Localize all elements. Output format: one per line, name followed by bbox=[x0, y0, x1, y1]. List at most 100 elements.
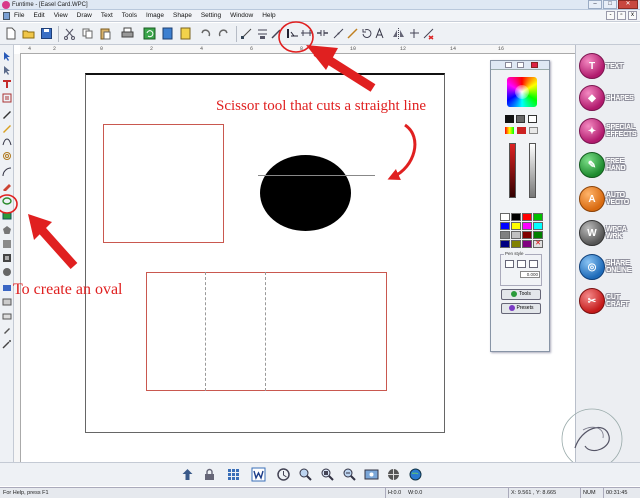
swatch[interactable] bbox=[500, 222, 510, 230]
saturation-slider[interactable] bbox=[529, 143, 536, 198]
maximize-button[interactable]: □ bbox=[603, 0, 617, 9]
sidebar-item-cut-craft[interactable]: ✂ CUT CRAFT bbox=[579, 285, 639, 317]
scissor-line-tool-icon[interactable] bbox=[286, 27, 299, 40]
open-folder-icon[interactable] bbox=[22, 27, 35, 40]
swatch[interactable] bbox=[533, 222, 543, 230]
text-tool-icon[interactable] bbox=[2, 79, 12, 89]
swatch[interactable] bbox=[533, 213, 543, 221]
shadow-tool-icon[interactable] bbox=[2, 267, 12, 277]
text-frame-icon[interactable] bbox=[2, 93, 12, 103]
swatch[interactable] bbox=[511, 222, 521, 230]
library-icon[interactable] bbox=[161, 27, 174, 40]
menu-help[interactable]: Help bbox=[262, 12, 275, 19]
menu-shape[interactable]: Shape bbox=[173, 12, 192, 19]
arc-tool-icon[interactable] bbox=[2, 167, 12, 177]
swatch[interactable] bbox=[522, 222, 532, 230]
mirror-icon[interactable] bbox=[392, 27, 405, 40]
rotate-icon[interactable] bbox=[360, 27, 373, 40]
break-apart-icon[interactable] bbox=[316, 27, 329, 40]
undo-icon[interactable] bbox=[199, 27, 212, 40]
trim-icon[interactable] bbox=[332, 27, 345, 40]
contour-tool-icon[interactable] bbox=[2, 297, 12, 307]
sidebar-item-special-effects[interactable]: ✦ SPECIAL EFFECTS bbox=[579, 115, 639, 147]
minimize-button[interactable]: – bbox=[588, 0, 602, 9]
star-tool-icon[interactable] bbox=[2, 239, 12, 249]
menu-image[interactable]: Image bbox=[146, 12, 164, 19]
black-oval-shape[interactable] bbox=[260, 155, 351, 231]
menu-window[interactable]: Window bbox=[230, 12, 253, 19]
rectangle-tool-icon[interactable] bbox=[2, 211, 12, 221]
refresh-icon[interactable] bbox=[143, 27, 156, 40]
zoom-page-icon[interactable] bbox=[320, 467, 335, 482]
layer-arrange-icon[interactable] bbox=[180, 467, 195, 482]
color-cube-picker[interactable] bbox=[507, 77, 537, 107]
card-panel-shape[interactable] bbox=[146, 272, 387, 391]
pen-tool-icon[interactable] bbox=[2, 109, 12, 119]
grid-icon[interactable] bbox=[226, 467, 241, 482]
pen-color-swatch[interactable] bbox=[517, 127, 526, 134]
brush-tool-icon[interactable] bbox=[2, 181, 12, 191]
cut-path-icon[interactable] bbox=[300, 27, 313, 40]
fill-color-swatch[interactable] bbox=[505, 115, 514, 123]
polygon-tool-icon[interactable] bbox=[2, 225, 12, 235]
line-tool-icon[interactable] bbox=[346, 27, 359, 40]
tools-button[interactable]: Tools bbox=[501, 289, 541, 300]
curve-icon[interactable] bbox=[276, 467, 291, 482]
zoom-out-icon[interactable] bbox=[342, 467, 357, 482]
swatch[interactable] bbox=[522, 240, 532, 248]
eyedropper-icon[interactable] bbox=[516, 115, 525, 123]
oval-tool-icon[interactable] bbox=[2, 196, 12, 206]
menu-view[interactable]: View bbox=[54, 12, 68, 19]
weld-icon[interactable] bbox=[256, 27, 269, 40]
lock-icon[interactable] bbox=[202, 467, 217, 482]
panel-close-button[interactable] bbox=[531, 62, 538, 68]
new-file-icon[interactable] bbox=[4, 27, 17, 40]
doc-close-button[interactable]: x bbox=[628, 11, 637, 20]
menu-edit[interactable]: Edit bbox=[33, 12, 44, 19]
rectangle-shape[interactable] bbox=[103, 124, 224, 243]
preview-icon[interactable] bbox=[364, 467, 379, 482]
panel-restore-button[interactable] bbox=[517, 62, 524, 68]
swatch[interactable] bbox=[500, 213, 510, 221]
close-button[interactable]: ✕ bbox=[618, 0, 638, 9]
zoom-in-icon[interactable] bbox=[298, 467, 313, 482]
menu-file[interactable]: File bbox=[14, 12, 24, 19]
swatch[interactable] bbox=[511, 240, 521, 248]
brightness-slider[interactable] bbox=[509, 143, 516, 198]
sidebar-item-text[interactable]: T TEXT bbox=[579, 50, 639, 82]
catalog-icon[interactable] bbox=[179, 27, 192, 40]
paste-icon[interactable] bbox=[99, 27, 112, 40]
blend-tool-icon[interactable] bbox=[2, 283, 12, 293]
sidebar-item-shapes[interactable]: ◆ SHAPES bbox=[579, 82, 639, 114]
eyedropper-icon[interactable] bbox=[2, 325, 12, 335]
wireframe-icon[interactable] bbox=[386, 467, 401, 482]
redo-icon[interactable] bbox=[217, 27, 230, 40]
swatch[interactable] bbox=[500, 240, 510, 248]
swatch[interactable] bbox=[533, 231, 543, 239]
pencil-tool-icon[interactable] bbox=[2, 123, 12, 133]
node-select-icon[interactable] bbox=[2, 65, 12, 75]
no-color-swatch[interactable] bbox=[529, 127, 538, 134]
menu-text[interactable]: Text bbox=[101, 12, 113, 19]
pen-style-solid[interactable] bbox=[505, 260, 514, 268]
sidebar-item-share-online[interactable]: ◎ SHARE ONLINE bbox=[579, 251, 639, 283]
pen-style-dot[interactable] bbox=[529, 260, 538, 268]
cut-icon[interactable] bbox=[63, 27, 76, 40]
no-fill-swatch[interactable]: ✕ bbox=[533, 240, 543, 248]
sidebar-item-auto-vecto[interactable]: A AUTO VECTO bbox=[579, 183, 639, 215]
bezier-tool-icon[interactable] bbox=[2, 137, 12, 147]
copy-icon[interactable] bbox=[81, 27, 94, 40]
sidebar-item-free-hand[interactable]: ✎ FREE HAND bbox=[579, 149, 639, 181]
doc-minimize-button[interactable]: - bbox=[606, 11, 615, 20]
text-path-icon[interactable] bbox=[373, 27, 386, 40]
menu-tools[interactable]: Tools bbox=[122, 12, 137, 19]
select-arrow-icon[interactable] bbox=[2, 51, 12, 61]
doc-restore-button[interactable]: ▫ bbox=[617, 11, 626, 20]
gradient-swatch[interactable] bbox=[505, 127, 514, 134]
swatch[interactable] bbox=[511, 231, 521, 239]
panel-min-button[interactable] bbox=[505, 62, 512, 68]
menu-setting[interactable]: Setting bbox=[201, 12, 221, 19]
wpc-icon[interactable] bbox=[251, 467, 266, 482]
pen-width-input[interactable]: 0.000 bbox=[520, 271, 540, 278]
swatch[interactable] bbox=[500, 231, 510, 239]
